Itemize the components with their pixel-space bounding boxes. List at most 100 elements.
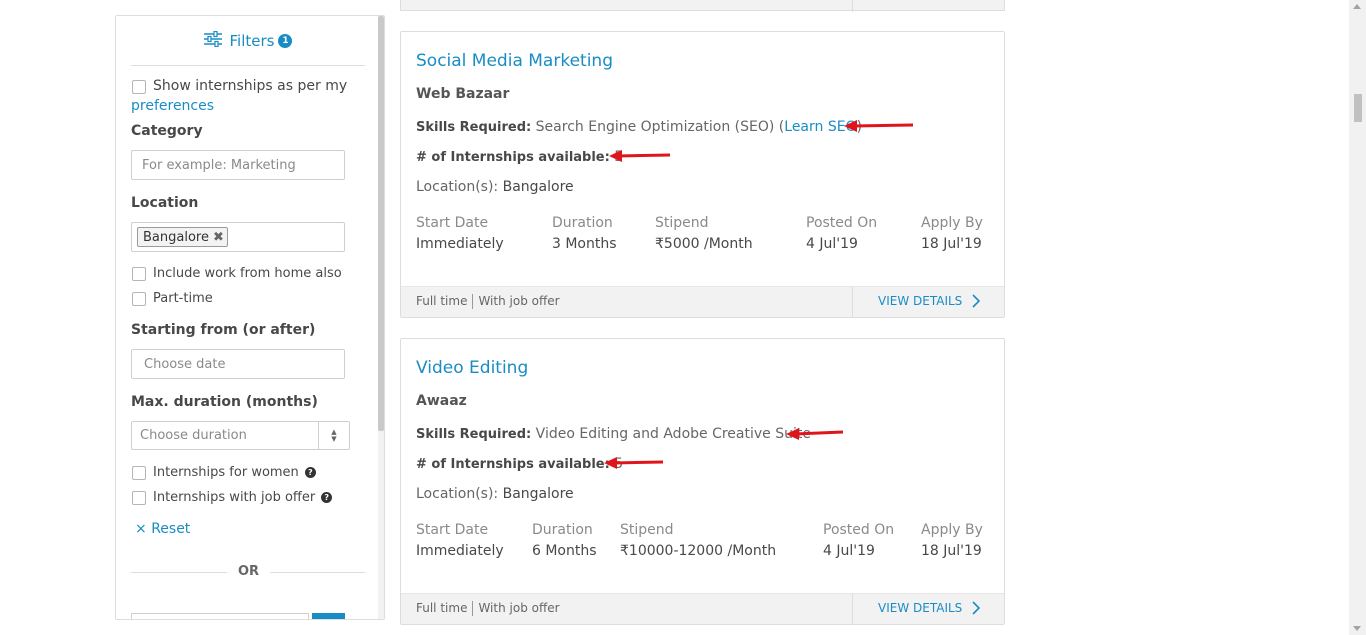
skills-row: Skills Required: Search Engine Optimizat… [416,119,862,135]
skills-label: Skills Required: [416,427,532,442]
wfh-label: Include work from home also [153,266,342,281]
duration-col-value: 6 Months [532,543,597,559]
women-filter: Internships for women? [153,465,316,480]
view-details-button[interactable]: VIEW DETAILS [878,601,981,615]
or-text: OR [238,564,260,579]
annotation-arrow-icon [844,120,914,132]
women-checkbox[interactable] [132,466,146,480]
location-row-label: Location(s): [416,486,499,502]
chevron-right-icon [972,601,981,615]
posted-label: Posted On [823,522,895,538]
location-row: Location(s): Bangalore [416,486,574,502]
women-label: Internships for women [153,465,299,480]
starting-placeholder: Choose date [144,356,226,372]
location-row-label: Location(s): [416,179,499,195]
duration-col-label: Duration [532,522,593,538]
parttime-checkbox[interactable] [132,292,146,306]
duration-select[interactable]: Choose duration ▲ ▼ [131,421,350,450]
joboffer-checkbox[interactable] [132,491,146,505]
stipend-col: Stipend ₹10000-12000 /Month [620,522,776,559]
view-details-button[interactable]: VIEW DETAILS [878,294,981,308]
location-row-value: Bangalore [502,179,574,195]
starting-date-input[interactable]: Choose date [131,349,345,379]
sidebar-scrollbar[interactable] [378,16,384,619]
keyword-search-input[interactable] [131,613,309,619]
filters-header[interactable]: Filters 1 [131,16,365,66]
close-icon: × [135,521,147,537]
stipend-label: Stipend [655,215,709,231]
scroll-up-icon[interactable] [1353,4,1361,9]
skills-value: Video Editing and Adobe Creative Suite [535,426,811,442]
company-name[interactable]: Web Bazaar [416,86,509,102]
posted-col: Posted On 4 Jul'19 [806,215,877,252]
category-label: Category [131,123,203,139]
filter-sliders-icon [203,30,222,51]
stipend-value: ₹10000-12000 /Month [620,543,777,559]
category-placeholder: For example: Marketing [142,157,296,173]
or-divider-left [131,572,227,573]
annotation-arrow-icon [604,457,664,469]
joboffer-filter: Internships with job offer? [153,490,333,505]
previous-listing-footer [400,0,1005,12]
annotation-arrow-icon [609,150,671,162]
chevron-right-icon [972,294,981,308]
location-input[interactable]: Bangalore ✖ [131,222,345,252]
apply-col: Apply By 18 Jul'19 [921,215,983,252]
apply-value: 18 Jul'19 [921,236,982,252]
openings-row: # of Internships available: 5 [416,456,623,472]
filters-count-badge: 1 [278,33,293,48]
internship-title[interactable]: Social Media Marketing [416,51,613,71]
start-date-label: Start Date [416,215,489,231]
duration-label: Max. duration (months) [131,394,318,410]
start-date-col: Start Date Immediately [416,522,504,559]
footer-divider [852,287,853,317]
page-scrollbar[interactable] [1349,0,1366,635]
apply-col: Apply By 18 Jul'19 [921,522,983,559]
annotation-arrow-icon [786,428,844,440]
posted-col: Posted On 4 Jul'19 [823,522,894,559]
internship-title[interactable]: Video Editing [416,358,528,378]
page-scrollbar-thumb[interactable] [1354,94,1362,122]
starting-label: Starting from (or after) [131,322,316,338]
sidebar-scrollbar-thumb[interactable] [378,16,384,431]
internship-card: Video Editing Awaaz Skills Required: Vid… [400,338,1005,625]
location-row-value: Bangalore [502,486,574,502]
apply-label: Apply By [921,522,983,538]
apply-value: 18 Jul'19 [921,543,982,559]
parttime-label: Part-time [153,291,213,306]
help-icon[interactable]: ? [321,492,333,503]
view-details-label: VIEW DETAILS [878,601,963,615]
start-date-label: Start Date [416,522,489,538]
keyword-search-button[interactable] [312,613,345,619]
posted-value: 4 Jul'19 [823,543,875,559]
footer-tags: Full time With job offer [416,294,560,309]
remove-tag-icon[interactable]: ✖ [213,230,224,245]
location-label: Location [131,195,199,211]
wfh-checkbox[interactable] [132,267,146,281]
duration-col-value: 3 Months [552,236,617,252]
card-footer: Full time With job offer VIEW DETAILS [401,593,1004,624]
or-divider-right [270,572,365,573]
company-name[interactable]: Awaaz [416,393,467,409]
preferences-checkbox[interactable] [132,80,146,94]
start-date-value: Immediately [416,236,504,252]
reset-button[interactable]: × Reset [135,521,190,537]
scroll-down-icon[interactable] [1353,626,1361,631]
tag-full-time: Full time [416,294,468,308]
joboffer-label: Internships with job offer [153,490,316,505]
location-tag-label: Bangalore [143,229,209,245]
posted-label: Posted On [806,215,878,231]
location-tag: Bangalore ✖ [137,227,228,247]
footer-divider [852,594,853,624]
stipend-value: ₹5000 /Month [655,236,753,252]
view-details-label: VIEW DETAILS [878,294,963,308]
category-input[interactable]: For example: Marketing [131,150,345,180]
location-row: Location(s): Bangalore [416,179,574,195]
skills-row: Skills Required: Video Editing and Adobe… [416,426,811,442]
duration-col-label: Duration [552,215,613,231]
openings-row: # of Internships available: 5 [416,149,623,165]
help-icon[interactable]: ? [304,467,316,478]
stipend-col: Stipend ₹5000 /Month [655,215,753,252]
preferences-link[interactable]: preferences [131,98,214,114]
apply-label: Apply By [921,215,983,231]
